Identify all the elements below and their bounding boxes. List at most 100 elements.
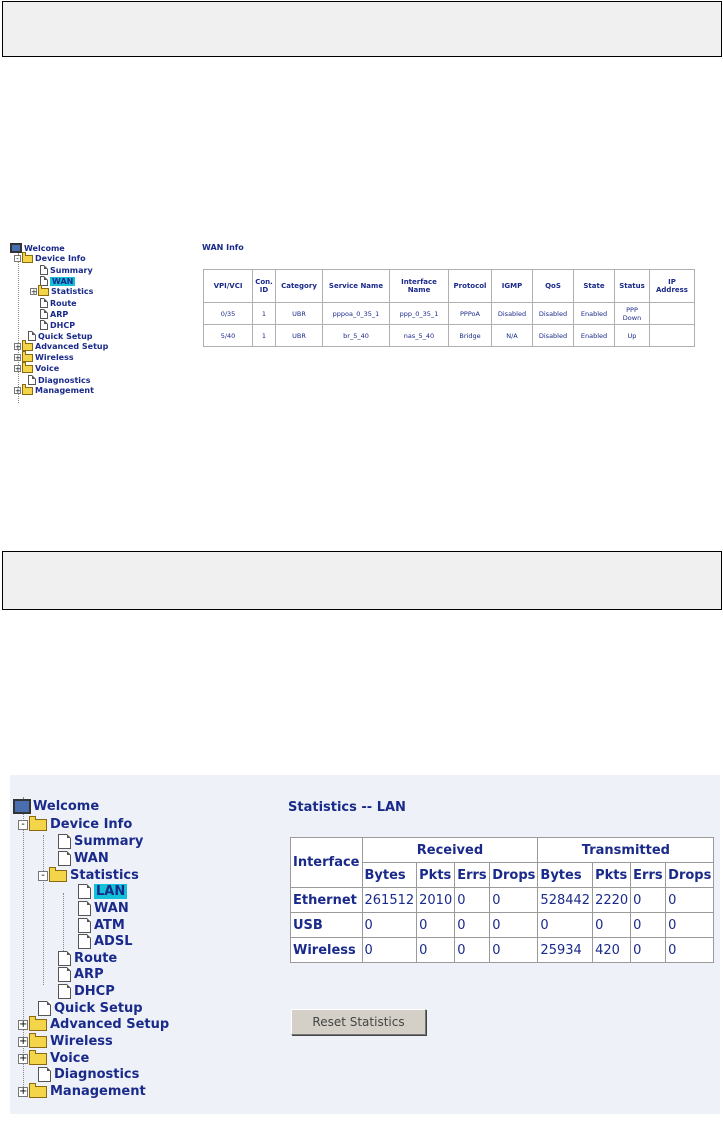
col-header: Errs (454, 862, 491, 888)
table-row: Ethernet 261512 2010 0 0 528442 2220 0 0 (290, 887, 715, 913)
expand-icon[interactable]: + (14, 365, 21, 373)
cell: 0 (416, 937, 456, 963)
col-header: Interface Name (389, 269, 449, 303)
cell: br_5_40 (322, 324, 390, 347)
expand-icon[interactable]: + (18, 1053, 28, 1064)
page-icon (58, 951, 71, 966)
col-header: Bytes (361, 862, 418, 888)
cell: 2010 (416, 887, 456, 913)
expand-icon[interactable]: + (14, 343, 21, 351)
tree-stat-wan[interactable]: WAN (94, 901, 129, 916)
table-header-row: Interface Received Transmitted (290, 837, 715, 888)
collapse-icon[interactable]: - (38, 870, 48, 881)
tree-management[interactable]: Management (50, 1084, 146, 1099)
cell: ppp_0_35_1 (389, 302, 449, 325)
col-header: Category (275, 269, 323, 303)
expand-icon[interactable]: + (18, 1036, 28, 1047)
tree-management[interactable]: Management (35, 386, 94, 395)
folder-icon (29, 1082, 47, 1098)
cell: 0 (489, 887, 539, 913)
page-icon (78, 901, 91, 916)
expand-icon[interactable]: + (30, 288, 37, 296)
tree-atm[interactable]: ATM (94, 918, 125, 933)
tree-quick-setup[interactable]: Quick Setup (54, 1001, 143, 1016)
cell: 25934 (537, 937, 594, 963)
col-header: Drops (489, 862, 539, 888)
tree-device-info[interactable]: Device Info (50, 817, 132, 832)
cell: 1 (252, 302, 276, 325)
cell: 0 (630, 912, 667, 938)
page-icon (78, 934, 91, 949)
col-header: Protocol (448, 269, 492, 303)
collapse-icon[interactable]: - (18, 819, 28, 830)
tree-dhcp[interactable]: DHCP (74, 984, 115, 999)
received-header: Received (361, 837, 539, 863)
cell: 5/40 (203, 324, 253, 347)
cell: 0/35 (203, 302, 253, 325)
folder-icon (22, 350, 33, 362)
tree-wan-selected[interactable]: WAN (50, 276, 76, 286)
cell: pppoa_0_35_1 (322, 302, 390, 325)
tree-summary[interactable]: Summary (74, 834, 143, 849)
expand-icon[interactable]: + (18, 1086, 28, 1097)
cell: Disabled (532, 302, 574, 325)
row-label: Wireless (290, 937, 363, 963)
tree-arp[interactable]: ARP (50, 310, 68, 319)
tree-voice[interactable]: Voice (50, 1051, 89, 1066)
tree-advanced-setup[interactable]: Advanced Setup (35, 342, 108, 351)
cell: 0 (489, 937, 539, 963)
folder-icon (38, 284, 49, 296)
table-row: USB 0 0 0 0 0 0 0 0 (290, 912, 715, 938)
tree-diagnostics[interactable]: Diagnostics (38, 376, 91, 385)
tree-advanced-setup[interactable]: Advanced Setup (50, 1017, 169, 1032)
page-icon (40, 309, 48, 319)
table-row: Wireless 0 0 0 0 25934 420 0 0 (290, 937, 715, 963)
cell: 0 (361, 937, 418, 963)
cell: 1 (252, 324, 276, 347)
expand-icon[interactable]: + (14, 354, 21, 362)
page-icon (58, 967, 71, 982)
tree-lan-selected[interactable]: LAN (94, 884, 128, 899)
folder-icon (29, 1032, 47, 1048)
page-icon (28, 375, 36, 385)
tree-route[interactable]: Route (74, 951, 117, 966)
reset-statistics-button[interactable]: Reset Statistics (291, 1009, 426, 1035)
cell: Bridge (448, 324, 492, 347)
cell: 0 (454, 937, 491, 963)
tree-voice[interactable]: Voice (35, 364, 59, 373)
col-header: VPI/VCI (203, 269, 253, 303)
tree-dhcp[interactable]: DHCP (50, 321, 75, 330)
col-header: Drops (665, 862, 715, 888)
cell: 0 (630, 887, 667, 913)
page-icon (40, 298, 48, 308)
tree-quick-setup[interactable]: Quick Setup (38, 332, 93, 341)
tree-welcome[interactable]: Welcome (33, 799, 99, 814)
cell: 0 (416, 912, 456, 938)
statistics-lan-screenshot: Welcome - Device Info Summary WAN - Stat… (10, 775, 720, 1114)
page-icon (38, 1001, 51, 1016)
folder-open-icon (29, 815, 47, 831)
tree-wan[interactable]: WAN (74, 851, 109, 866)
tree-diagnostics[interactable]: Diagnostics (54, 1067, 139, 1082)
tree-adsl[interactable]: ADSL (94, 934, 133, 949)
tree-route[interactable]: Route (50, 299, 77, 308)
tree-statistics[interactable]: Statistics (51, 287, 93, 296)
tree-summary[interactable]: Summary (50, 266, 93, 275)
col-header: Bytes (537, 862, 594, 888)
collapse-icon[interactable]: - (14, 255, 21, 263)
tree-welcome[interactable]: Welcome (24, 244, 65, 253)
tree-arp[interactable]: ARP (74, 967, 104, 982)
table-row: 5/40 1 UBR br_5_40 nas_5_40 Bridge N/A D… (203, 324, 695, 347)
tree-device-info[interactable]: Device Info (35, 254, 86, 263)
expand-icon[interactable]: + (18, 1019, 28, 1030)
cell: 0 (537, 912, 594, 938)
tree-wireless[interactable]: Wireless (50, 1034, 113, 1049)
tree-statistics[interactable]: Statistics (70, 868, 139, 883)
cell: PPPoA (448, 302, 492, 325)
cell: 0 (361, 912, 418, 938)
table-row: 0/35 1 UBR pppoa_0_35_1 ppp_0_35_1 PPPoA… (203, 302, 695, 325)
tree-wireless[interactable]: Wireless (35, 353, 74, 362)
expand-icon[interactable]: + (14, 387, 21, 395)
computer-icon (10, 243, 22, 253)
page-icon (38, 1067, 51, 1082)
